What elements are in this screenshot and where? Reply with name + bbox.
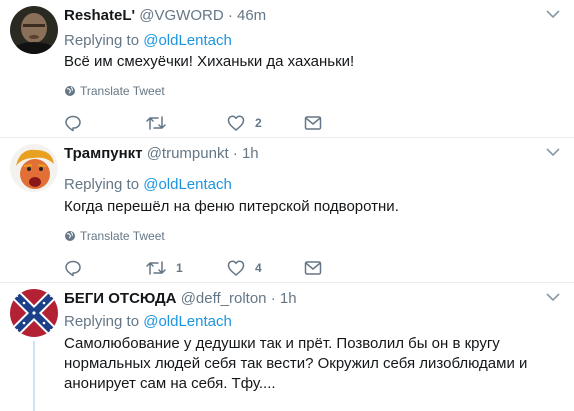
like-count: 2 <box>255 116 262 130</box>
user-handle[interactable]: @VGWORD <box>139 7 223 24</box>
like-button[interactable]: 2 <box>227 113 262 133</box>
tweet-text: Всё им смехуёчки! Хиханьки да хаханьки! <box>64 53 355 70</box>
retweet-button[interactable] <box>146 113 166 133</box>
replying-to-link[interactable]: @oldLentach <box>143 32 232 49</box>
avatar-trumpunkt[interactable] <box>10 144 58 192</box>
separator-dot: · <box>270 290 276 307</box>
avatar-reshatel[interactable] <box>10 6 58 54</box>
replying-to-link[interactable]: @oldLentach <box>143 176 232 193</box>
retweet-button[interactable]: 1 <box>146 258 183 278</box>
tweet-header: Трампункт @trumpunkt · 1h <box>64 145 564 163</box>
replying-to: Replying to @oldLentach <box>64 176 232 194</box>
reply-icon <box>65 260 81 277</box>
tweet-text: Когда перешёл на феню питерской подворот… <box>64 198 399 215</box>
like-count: 4 <box>255 261 262 275</box>
avatar-deff-rolton[interactable] <box>10 289 58 337</box>
replying-to-link[interactable]: @oldLentach <box>143 313 232 330</box>
tweet-header: БЕГИ ОТСЮДА @deff_rolton · 1h <box>64 290 564 308</box>
timestamp[interactable]: 1h <box>280 290 297 307</box>
replying-to-prefix: Replying to <box>64 176 140 193</box>
retweet-icon <box>146 116 166 130</box>
retweet-icon <box>146 261 166 275</box>
globe-icon <box>65 231 75 241</box>
chevron-down-icon[interactable] <box>546 9 560 19</box>
like-button[interactable]: 4 <box>227 258 262 278</box>
display-name[interactable]: ReshateL' <box>64 7 135 24</box>
replying-to: Replying to @oldLentach <box>64 313 232 331</box>
reply-icon <box>65 115 81 132</box>
chevron-down-icon[interactable] <box>546 147 560 157</box>
heart-icon <box>227 115 245 131</box>
user-handle[interactable]: @trumpunkt <box>147 145 229 162</box>
translate-label: Translate Tweet <box>80 84 165 98</box>
globe-icon <box>65 86 75 96</box>
reply-button[interactable] <box>64 258 82 278</box>
envelope-icon <box>304 261 322 275</box>
thread-line <box>33 341 35 411</box>
display-name[interactable]: БЕГИ ОТСЮДА <box>64 290 177 307</box>
user-handle[interactable]: @deff_rolton <box>181 290 267 307</box>
timestamp[interactable]: 46m <box>237 7 266 24</box>
display-name[interactable]: Трампункт <box>64 145 143 162</box>
envelope-icon <box>304 116 322 130</box>
separator-dot: · <box>227 7 233 24</box>
translate-tweet[interactable]: Translate Tweet <box>64 84 165 98</box>
heart-icon <box>227 260 245 276</box>
timestamp[interactable]: 1h <box>242 145 259 162</box>
tweet-2[interactable]: Трампункт @trumpunkt · 1h Replying to @o… <box>0 138 574 283</box>
chevron-down-icon[interactable] <box>546 292 560 302</box>
retweet-count: 1 <box>176 261 183 275</box>
replying-to: Replying to @oldLentach <box>64 32 232 50</box>
tweet-3[interactable]: БЕГИ ОТСЮДА @deff_rolton · 1h Replying t… <box>0 283 574 411</box>
tweet-text: Самолюбование у дедушки так и прёт. Позв… <box>64 335 528 392</box>
replying-to-prefix: Replying to <box>64 313 140 330</box>
replying-to-prefix: Replying to <box>64 32 140 49</box>
direct-message-button[interactable] <box>304 258 322 278</box>
separator-dot: · <box>232 145 238 162</box>
tweet-1[interactable]: ReshateL' @VGWORD · 46m Replying to @old… <box>0 0 574 138</box>
direct-message-button[interactable] <box>304 113 322 133</box>
translate-label: Translate Tweet <box>80 229 165 243</box>
translate-tweet[interactable]: Translate Tweet <box>64 229 165 243</box>
reply-button[interactable] <box>64 113 82 133</box>
tweet-header: ReshateL' @VGWORD · 46m <box>64 7 564 25</box>
